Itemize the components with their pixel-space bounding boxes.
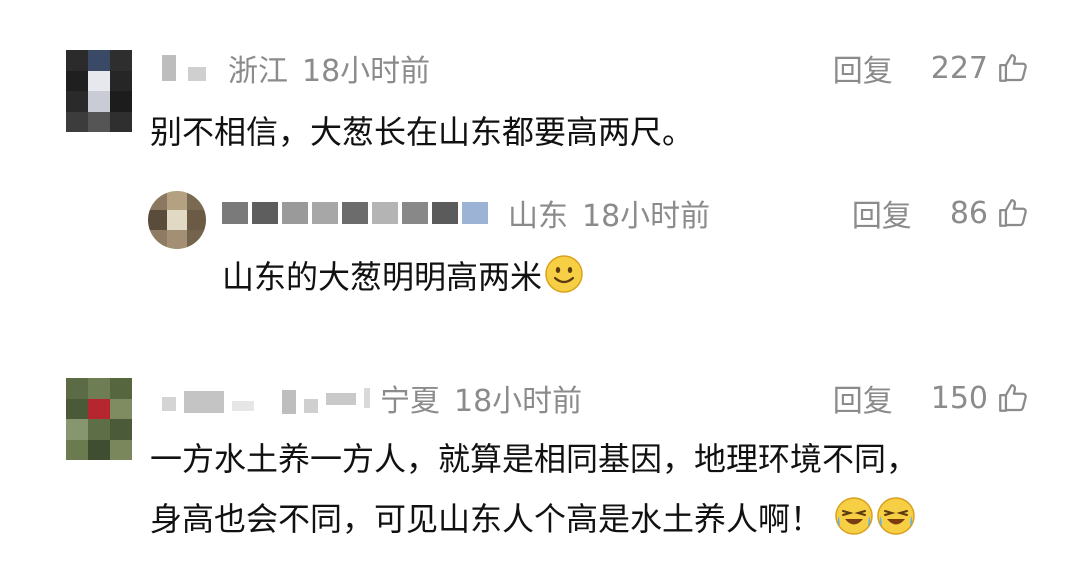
avatar[interactable]: [66, 50, 132, 132]
reply-button[interactable]: 回复: [833, 46, 893, 90]
thumbs-up-icon: [999, 54, 1027, 82]
like-count: 227: [930, 50, 988, 86]
avatar[interactable]: [66, 378, 132, 460]
like-button[interactable]: 86: [950, 196, 1030, 231]
comment-item: 浙江 18小时前 回复 227 别不相信，大葱长在山东都要高两尺。: [0, 0, 1080, 175]
laugh-cry-emoji: [835, 497, 873, 535]
reply-button[interactable]: 回复: [833, 376, 893, 420]
like-button[interactable]: 150: [931, 381, 1030, 416]
like-button[interactable]: 227: [931, 51, 1030, 86]
comment-text-line: 一方水土养一方人，就算是相同基因，地理环境不同，: [150, 440, 919, 478]
location: 浙江: [228, 54, 288, 89]
username-redacted[interactable]: [162, 382, 370, 414]
like-count: 150: [930, 380, 988, 416]
comment-meta: 浙江 18小时前: [162, 48, 431, 89]
thumbs-up-icon: [999, 199, 1027, 227]
timestamp: 18小时前: [302, 54, 431, 89]
comment-text: 别不相信，大葱长在山东都要高两尺。: [150, 113, 695, 151]
comment-meta: 山东 18小时前: [222, 193, 711, 234]
comment-actions: 回复 150: [833, 376, 1030, 420]
comment-meta: 宁夏 18小时前: [162, 378, 583, 419]
username-redacted[interactable]: [222, 202, 488, 224]
laugh-cry-emoji: [877, 497, 915, 535]
avatar[interactable]: [148, 191, 206, 249]
reply-button[interactable]: 回复: [852, 191, 912, 235]
thumbs-up-icon: [999, 384, 1027, 412]
comment-actions: 回复 86: [852, 191, 1030, 235]
timestamp: 18小时前: [582, 199, 711, 234]
comment-item: 宁夏 18小时前 回复 150 一方水土养一方人，就算是相同基因，地理环境不同，…: [0, 335, 1080, 575]
reply-text-content: 山东的大葱明明高两米: [222, 258, 543, 296]
comment-actions: 回复 227: [833, 46, 1030, 90]
comment-text-line: 身高也会不同，可见山东人个高是水土养人啊！: [150, 491, 918, 547]
username-redacted[interactable]: [162, 55, 206, 81]
comment-text-content: 身高也会不同，可见山东人个高是水土养人啊！: [150, 500, 823, 538]
reply-item: 山东 18小时前 回复 86 山东的大葱明明高两米: [0, 175, 1080, 335]
reply-text: 山东的大葱明明高两米: [222, 249, 584, 305]
location: 宁夏: [380, 384, 440, 419]
like-count: 86: [949, 195, 988, 231]
location: 山东: [508, 199, 568, 234]
comment-text: 一方水土养一方人，就算是相同基因，地理环境不同， 身高也会不同，可见山东人个高是…: [150, 431, 918, 547]
timestamp: 18小时前: [454, 384, 583, 419]
smile-emoji: [545, 255, 583, 293]
